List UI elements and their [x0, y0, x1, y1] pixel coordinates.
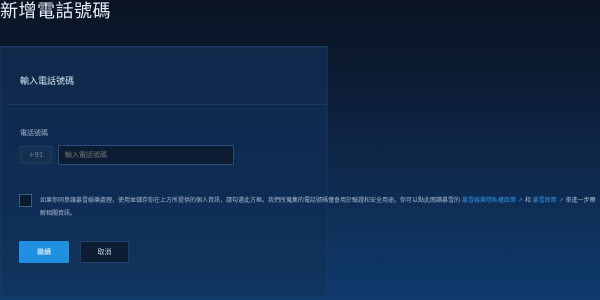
external-link-icon: ↗	[558, 197, 564, 204]
cookie-policy-link[interactable]: 暴雪政策	[533, 197, 557, 204]
continue-button[interactable]: 繼續	[19, 241, 69, 263]
form-heading: 輸入電話號碼	[20, 77, 75, 87]
panel-divider	[8, 104, 328, 105]
phone-field-label: 電話號碼	[20, 129, 48, 137]
consent-checkbox[interactable]	[19, 194, 32, 207]
phone-number-input[interactable]	[58, 145, 234, 165]
external-link-icon: ↗	[517, 197, 523, 204]
cancel-button[interactable]: 取消	[80, 241, 129, 263]
consent-text-before: 如果你同意讓暴雪娛樂處理，使用並儲存你在上方所提供的個人資訊，請勾選此方框。我們…	[40, 197, 461, 204]
privacy-policy-link[interactable]: 暴雪娛樂隱私權政策	[462, 197, 516, 204]
page-title: 新增電話號碼	[0, 1, 111, 22]
consent-text: 如果你同意讓暴雪娛樂處理，使用並儲存你在上方所提供的個人資訊，請勾選此方框。我們…	[40, 194, 600, 220]
country-code-display[interactable]: +91	[20, 146, 52, 164]
consent-text-middle: 和	[524, 197, 531, 204]
